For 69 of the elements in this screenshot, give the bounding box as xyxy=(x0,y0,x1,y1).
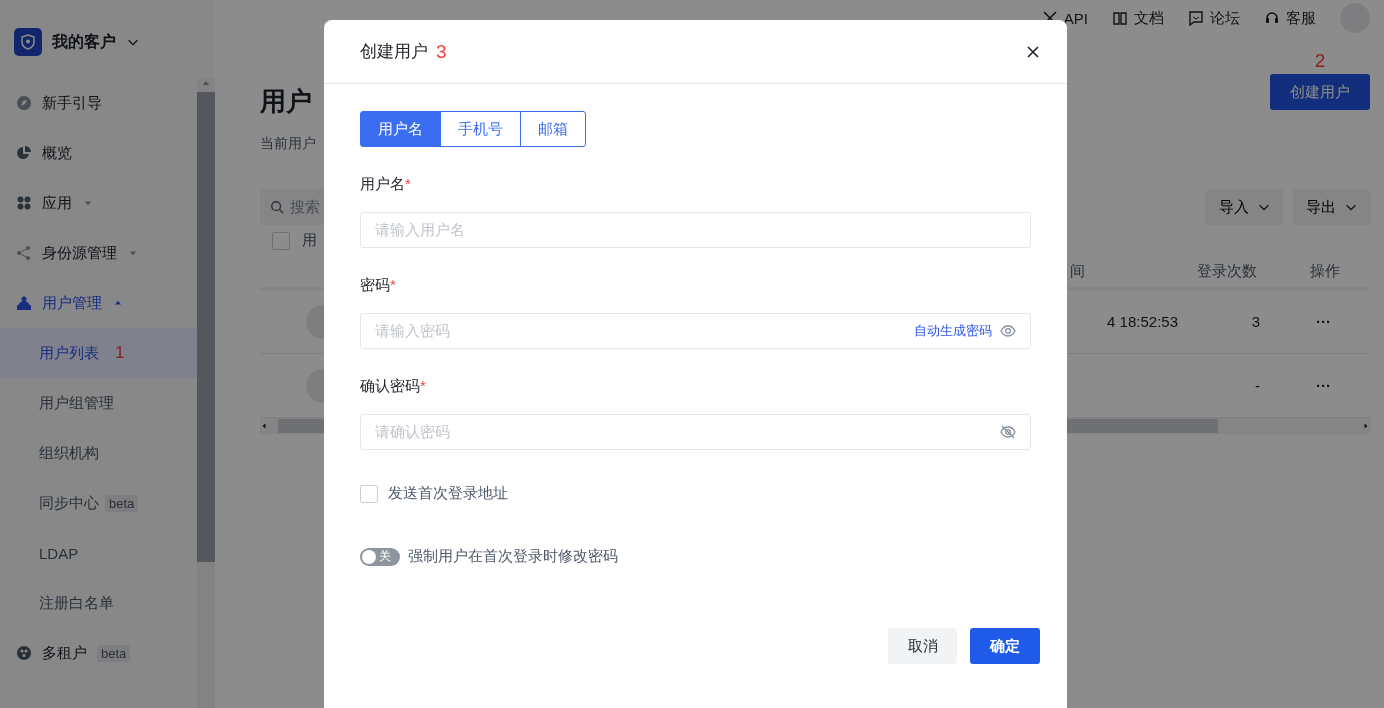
headset-icon xyxy=(1264,10,1280,26)
close-button[interactable] xyxy=(1025,43,1041,60)
grid-icon xyxy=(16,195,32,211)
nav-subitem[interactable]: LDAP xyxy=(0,528,197,578)
book-icon xyxy=(1112,10,1128,26)
nav-item[interactable]: 新手引导 xyxy=(0,78,197,128)
nav-subitem[interactable]: 用户组管理 xyxy=(0,378,197,428)
more-button[interactable]: ··· xyxy=(1316,313,1370,330)
generate-password-link[interactable]: 自动生成密码 xyxy=(914,322,992,340)
column-header: 操作 xyxy=(1310,262,1341,281)
table-cell: 3 xyxy=(1251,313,1260,330)
step-number: 2 xyxy=(1314,50,1326,72)
column-header: 间 xyxy=(1070,262,1085,281)
search-icon xyxy=(270,200,284,214)
header-link[interactable]: 客服 xyxy=(1264,8,1316,28)
switch-label: 强制用户在首次登录时修改密码 xyxy=(408,547,618,566)
nav-item[interactable]: 多租户 beta xyxy=(0,628,197,678)
table-cell: - xyxy=(1255,377,1260,394)
nav-subitem[interactable]: 组织机构 xyxy=(0,428,197,478)
chat-icon xyxy=(1188,10,1204,26)
scroll-right-icon xyxy=(1362,422,1370,430)
step-number: 1 xyxy=(115,343,125,363)
toggle-switch[interactable]: 关 xyxy=(360,547,400,566)
page-title: 用户 xyxy=(260,85,313,118)
header-link[interactable]: 文档 xyxy=(1112,8,1164,28)
scrollbar-thumb[interactable] xyxy=(197,92,215,562)
export-button[interactable]: 导出 xyxy=(1293,189,1370,225)
nav-subitem[interactable]: 同步中心 beta xyxy=(0,478,197,528)
import-button[interactable]: 导入 xyxy=(1206,189,1283,225)
org-name[interactable]: 我的客户 xyxy=(52,31,116,53)
confirm-button[interactable]: 确定 xyxy=(970,628,1040,664)
field-label: 密码* xyxy=(360,276,397,295)
checkbox[interactable] xyxy=(360,484,378,503)
nav-subitem[interactable]: 用户列表 1 xyxy=(0,328,197,378)
nav-item[interactable]: 应用 xyxy=(0,178,197,228)
create-user-button[interactable]: 创建用户 xyxy=(1270,74,1370,110)
more-button[interactable]: ··· xyxy=(1316,377,1370,394)
beta-badge: beta xyxy=(97,644,131,662)
eye-icon[interactable] xyxy=(1000,323,1016,339)
scroll-left-icon xyxy=(260,422,268,430)
pie-chart-icon xyxy=(16,145,32,161)
dialog-title: 创建用户 xyxy=(360,41,428,63)
nav-item[interactable]: 用户管理 xyxy=(0,278,197,328)
tenant-icon xyxy=(16,645,32,661)
share-icon xyxy=(16,245,32,261)
checkbox-label: 发送首次登录地址 xyxy=(388,484,508,503)
page-subtitle: 当前用户 xyxy=(260,135,316,153)
close-icon xyxy=(1025,43,1041,60)
users-icon xyxy=(16,295,32,311)
header-link[interactable]: 论坛 xyxy=(1188,8,1240,28)
table-cell: 4 18:52:53 xyxy=(1107,313,1178,330)
tab[interactable]: 手机号 xyxy=(440,111,521,147)
beta-badge: beta xyxy=(105,494,139,512)
nav-item[interactable]: 身份源管理 xyxy=(0,228,197,278)
column-header: 登录次数 xyxy=(1197,262,1257,281)
field-label: 用户名* xyxy=(360,175,412,194)
compass-icon xyxy=(16,95,32,111)
select-all-checkbox[interactable] xyxy=(272,231,290,250)
eye-off-icon[interactable] xyxy=(1000,424,1016,440)
cancel-button[interactable]: 取消 xyxy=(888,628,957,664)
tab[interactable]: 用户名 xyxy=(360,111,441,147)
tab[interactable]: 邮箱 xyxy=(520,111,586,147)
step-number: 3 xyxy=(436,40,448,63)
nav-subitem[interactable]: 注册白名单 xyxy=(0,578,197,628)
nav-item[interactable]: 概览 xyxy=(0,128,197,178)
field-label: 确认密码* xyxy=(360,377,427,396)
input-field[interactable]: 请输入密码 自动生成密码 xyxy=(360,313,1031,349)
column-header: 用 xyxy=(302,231,318,250)
shield-logo-icon xyxy=(14,28,42,56)
